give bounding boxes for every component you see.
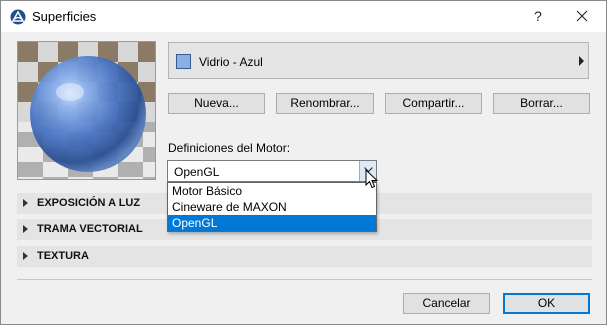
expand-triangle-icon	[23, 225, 28, 233]
engine-option-cineware[interactable]: Cineware de MAXON	[168, 199, 376, 215]
archicad-app-icon	[10, 9, 26, 25]
close-icon	[576, 10, 588, 22]
footer-divider	[17, 279, 592, 280]
sphere-preview-image	[18, 42, 155, 179]
rename-button[interactable]: Renombrar...	[276, 93, 374, 114]
section-texture[interactable]: TEXTURA	[17, 246, 592, 267]
section-label: TRAMA VECTORIAL	[37, 223, 143, 235]
section-label: EXPOSICIÓN A LUZ	[37, 197, 141, 209]
window-title: Superficies	[32, 9, 97, 24]
engine-combobox-value: OpenGL	[174, 165, 220, 179]
chevron-right-icon	[579, 56, 584, 66]
mouse-cursor-icon	[365, 169, 379, 189]
surfaces-dialog: Superficies ? Vidrio - Azul Nueva... Ren…	[0, 0, 607, 325]
engine-settings-label: Definiciones del Motor:	[168, 141, 291, 155]
engine-dropdown-list[interactable]: Motor Básico Cineware de MAXON OpenGL	[167, 182, 377, 232]
engine-option-opengl[interactable]: OpenGL	[168, 215, 376, 231]
title-bar[interactable]: Superficies ?	[1, 1, 606, 32]
expand-triangle-icon	[23, 252, 28, 260]
delete-button[interactable]: Borrar...	[493, 93, 590, 114]
cancel-button[interactable]: Cancelar	[403, 293, 490, 314]
surface-color-swatch	[176, 54, 191, 69]
share-button[interactable]: Compartir...	[385, 93, 482, 114]
engine-option-basic[interactable]: Motor Básico	[168, 183, 376, 199]
material-preview	[17, 41, 156, 180]
section-label: TEXTURA	[37, 250, 89, 262]
close-button[interactable]	[563, 4, 601, 28]
ok-button[interactable]: OK	[503, 293, 590, 314]
surface-selector[interactable]: Vidrio - Azul	[168, 42, 589, 79]
expand-triangle-icon	[23, 199, 28, 207]
new-button[interactable]: Nueva...	[168, 93, 265, 114]
engine-combobox[interactable]: OpenGL	[167, 160, 377, 182]
help-button[interactable]: ?	[521, 4, 555, 28]
surface-name: Vidrio - Azul	[199, 55, 263, 69]
